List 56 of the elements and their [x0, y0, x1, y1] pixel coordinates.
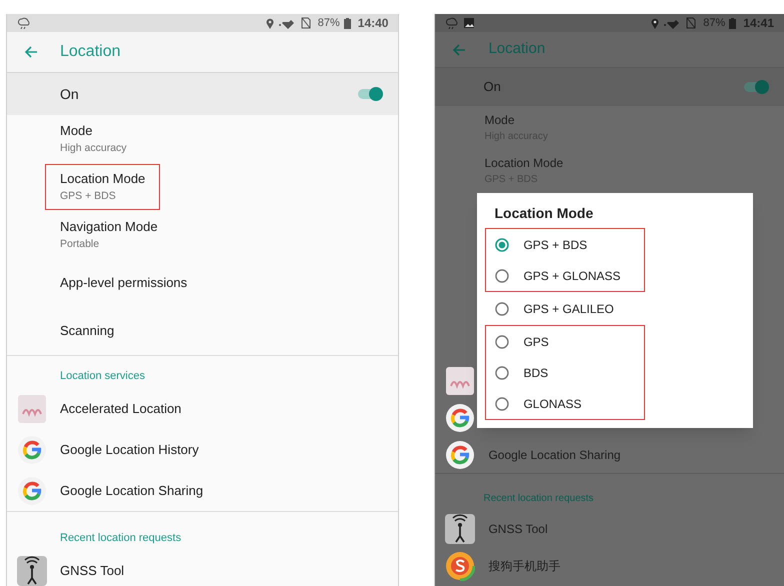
app-logo-icon — [17, 394, 47, 424]
g-logo-icon — [445, 402, 476, 432]
radio-unchecked-icon — [495, 366, 510, 380]
location-pin-icon — [266, 18, 274, 28]
radio-unchecked-icon — [495, 268, 510, 282]
clock: 14:40 — [358, 15, 388, 32]
battery-icon — [729, 18, 736, 28]
app-logo-icon — [445, 550, 476, 580]
cloud-icon — [445, 17, 460, 29]
setting-item[interactable]: Mode High accuracy — [45, 116, 142, 162]
radio-option[interactable]: GPS — [486, 326, 644, 357]
radio-option[interactable]: GPS + GLONASS — [486, 260, 644, 291]
section-header: Recent location requests — [483, 492, 594, 506]
radio-checked-icon — [495, 238, 510, 252]
page-title: Location — [488, 39, 546, 60]
section-header: Location services — [60, 368, 145, 384]
image-icon — [463, 17, 476, 29]
setting-item[interactable]: App-level permissions — [45, 268, 202, 298]
app-list-item[interactable]: Google Location History — [7, 429, 398, 470]
radio-option[interactable]: GPS + GALILEO — [486, 293, 644, 324]
back-arrow-icon — [24, 46, 38, 58]
no-sim-icon — [300, 17, 311, 29]
setting-item[interactable]: Location Mode GPS + BDS — [45, 164, 160, 210]
app-logo-icon — [445, 366, 476, 396]
battery-percent: 87% — [703, 16, 726, 31]
cloud-icon — [17, 17, 31, 29]
switch-label: On — [60, 84, 79, 104]
antenna-icon — [17, 556, 47, 586]
setting-item[interactable]: Navigation Mode Portable — [45, 212, 173, 258]
app-list-item[interactable]: Google Location Sharing — [7, 470, 398, 511]
app-list-item[interactable]: GNSS Tool — [7, 550, 398, 586]
g-logo-icon — [445, 440, 476, 470]
radio-option[interactable]: GLONASS — [486, 388, 644, 419]
radio-unchecked-icon — [495, 302, 510, 316]
app-list-item[interactable]: Accelerated Location — [7, 388, 398, 429]
clock: 14:41 — [743, 15, 774, 32]
g-logo-icon — [17, 476, 47, 506]
battery-icon — [344, 18, 351, 28]
page-title: Location — [60, 42, 120, 62]
location-pin-icon — [651, 18, 660, 28]
master-switch-row[interactable]: On — [7, 73, 398, 115]
no-sim-icon — [686, 17, 696, 29]
antenna-icon — [445, 514, 476, 544]
dialog-title: Location Mode — [493, 204, 594, 223]
switch-label: On — [483, 78, 501, 96]
battery-percent: 87% — [318, 16, 340, 31]
radio-option[interactable]: BDS — [486, 357, 644, 388]
toggle-switch[interactable] — [356, 86, 384, 102]
radio-unchecked-icon — [495, 396, 510, 410]
setting-item[interactable]: Scanning — [45, 316, 130, 346]
radio-unchecked-icon — [495, 334, 510, 348]
g-logo-icon — [17, 434, 47, 464]
section-header: Recent location requests — [60, 530, 182, 546]
back-arrow-icon — [452, 44, 466, 56]
toggle-switch[interactable] — [742, 79, 770, 95]
radio-option[interactable]: GPS + BDS — [486, 229, 644, 260]
